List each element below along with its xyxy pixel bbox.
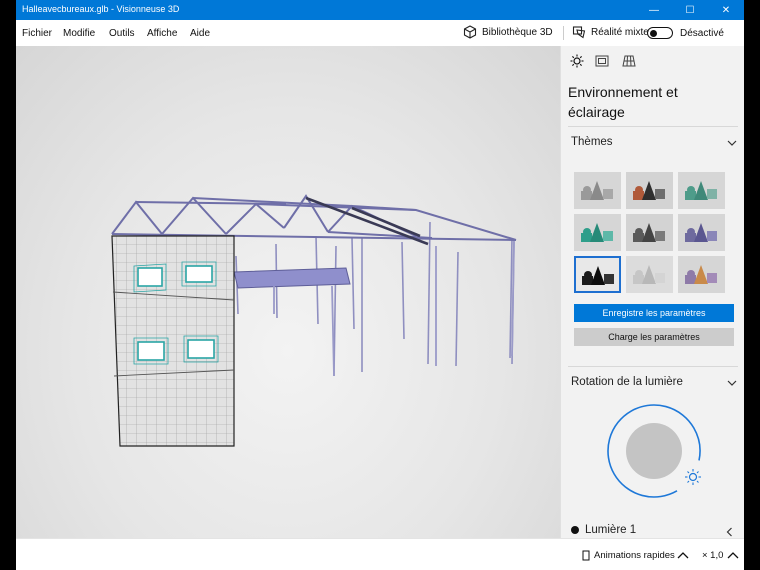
mezzanine-floor xyxy=(233,267,351,289)
theme-swatch[interactable] xyxy=(678,214,725,251)
close-button[interactable]: ✕ xyxy=(708,0,744,20)
menu-affiche[interactable]: Affiche xyxy=(147,28,177,39)
theme-swatch[interactable] xyxy=(574,172,621,209)
theme-preview-icon xyxy=(582,266,614,285)
mixed-reality-state: Désactivé xyxy=(680,28,724,39)
mixed-reality-toggle[interactable] xyxy=(647,27,673,39)
cube-icon xyxy=(463,25,477,39)
theme-preview-icon xyxy=(685,181,717,200)
theme-preview-icon xyxy=(685,265,717,284)
grid-icon[interactable] xyxy=(621,54,637,68)
theme-swatch[interactable] xyxy=(574,214,621,251)
mixed-reality-icon xyxy=(572,26,586,39)
theme-swatch[interactable] xyxy=(626,256,673,293)
light-1-item[interactable]: Lumière 1 xyxy=(571,524,636,536)
theme-preview-icon xyxy=(633,265,665,284)
themes-heading: Thèmes xyxy=(571,136,613,148)
front-posts xyxy=(273,241,515,377)
panel-title: Environnement et éclairage xyxy=(568,84,678,120)
3d-viewport[interactable] xyxy=(16,46,560,538)
theme-preview-icon xyxy=(633,223,665,242)
chevron-down-icon[interactable] xyxy=(727,378,737,388)
roof-frames xyxy=(111,194,517,241)
theme-preview-icon xyxy=(581,181,613,200)
mixed-reality-label: Réalité mixte xyxy=(591,26,649,38)
zoom-level: × 1,0 xyxy=(702,550,724,561)
sun-handle-icon[interactable] xyxy=(685,469,701,485)
theme-preview-icon xyxy=(685,223,717,242)
sun-icon[interactable] xyxy=(569,54,585,68)
theme-swatch[interactable] xyxy=(626,214,673,251)
light-rotation-heading: Rotation de la lumière xyxy=(571,376,683,388)
divider xyxy=(568,366,738,367)
mixed-reality-button[interactable]: Réalité mixte xyxy=(572,25,649,39)
menu-fichier[interactable]: Fichier xyxy=(22,28,52,39)
save-settings-button[interactable]: Enregistre les paramètres xyxy=(574,304,734,322)
steel-posts xyxy=(235,221,515,377)
theme-swatch[interactable] xyxy=(678,256,725,293)
environment-panel: Environnement et éclairage Thèmes Enregi… xyxy=(560,46,744,538)
animations-label[interactable]: Animations rapides xyxy=(594,550,675,561)
phone-icon xyxy=(582,550,590,561)
theme-preview-icon xyxy=(581,223,613,242)
minimize-button[interactable]: — xyxy=(636,0,672,20)
light-1-label: Lumière 1 xyxy=(585,524,637,536)
theme-preview-icon xyxy=(633,181,665,200)
environment-icon[interactable] xyxy=(594,54,610,68)
title-bar: Halleavecbureaux.glb - Visionneuse 3D — … xyxy=(16,0,744,20)
library-3d-label: Bibliothèque 3D xyxy=(482,26,553,38)
theme-swatch[interactable] xyxy=(678,172,725,209)
menu-modifie[interactable]: Modifie xyxy=(63,28,95,39)
theme-swatch[interactable] xyxy=(574,256,621,293)
toggle-knob xyxy=(650,29,657,37)
menu-outils[interactable]: Outils xyxy=(109,28,135,39)
light-rotation-dial[interactable] xyxy=(605,402,703,500)
building-model xyxy=(111,194,517,447)
theme-swatch[interactable] xyxy=(626,172,673,209)
viewer-window: Halleavecbureaux.glb - Visionneuse 3D — … xyxy=(16,0,744,570)
divider xyxy=(568,126,738,127)
load-settings-button[interactable]: Charge les paramètres xyxy=(574,328,734,346)
light-dot-icon xyxy=(571,526,579,534)
window-title: Halleavecbureaux.glb - Visionneuse 3D xyxy=(22,4,180,14)
menu-separator xyxy=(563,26,564,40)
chevron-down-icon[interactable] xyxy=(727,138,737,148)
menu-bar: Fichier Modifie Outils Affiche Aide Bibl… xyxy=(16,20,744,46)
status-bar: Animations rapides × 1,0 xyxy=(16,538,744,570)
menu-aide[interactable]: Aide xyxy=(190,28,210,39)
chevron-left-icon[interactable] xyxy=(725,527,735,537)
library-3d-button[interactable]: Bibliothèque 3D xyxy=(463,25,553,39)
chevron-up-icon[interactable] xyxy=(677,550,689,560)
chevron-up-icon[interactable] xyxy=(727,550,739,560)
maximize-button[interactable]: ☐ xyxy=(672,0,708,20)
